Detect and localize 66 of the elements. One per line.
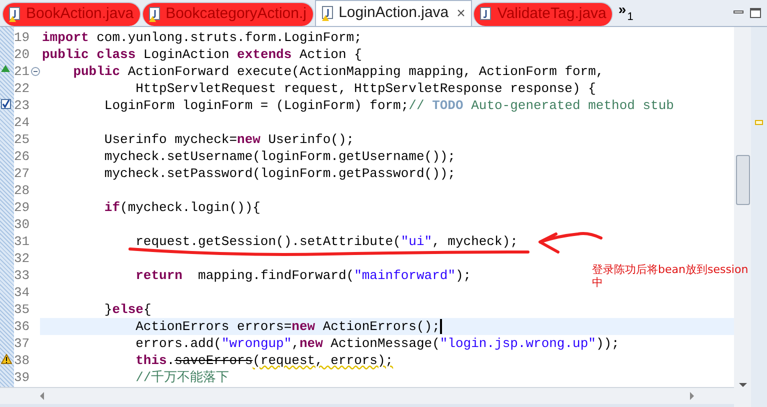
- line-number: 35: [14, 300, 30, 319]
- code-line: mycheck.setPassword(loginForm.getPassword());: [103, 164, 456, 183]
- code-line: ActionErrors errors=new ActionErrors();: [134, 318, 440, 336]
- line-number: 29: [14, 198, 30, 217]
- line-number: 34: [14, 284, 30, 302]
- line-number: 26: [14, 148, 30, 166]
- chevron-icon[interactable]: »: [618, 2, 626, 16]
- code-line: return mapping.findForward("mainforward");: [134, 266, 472, 285]
- java-file-icon: [322, 6, 333, 19]
- line-number: 28: [14, 182, 30, 200]
- java-file-icon: [480, 7, 492, 20]
- line-number: 20: [14, 46, 30, 64]
- editor-tab[interactable]: LoginAction.java ×: [314, 0, 472, 26]
- text-cursor: [440, 319, 442, 334]
- line-number: 33: [14, 266, 30, 285]
- scroll-thumb[interactable]: [736, 155, 750, 205]
- code-line: HttpServletRequest request, HttpServletResponse response) {: [134, 80, 596, 98]
- line-number: 30: [14, 216, 30, 234]
- code-line: LoginForm loginForm = (LoginForm) form;// TODO Auto-generated method stub: [103, 96, 674, 115]
- line-number: 39: [14, 368, 30, 387]
- warning-icon: [9, 16, 16, 22]
- scroll-down-icon[interactable]: [738, 383, 746, 387]
- horizontal-scrollbar[interactable]: [0, 387, 734, 404]
- override-triangle-icon: [1, 64, 10, 72]
- tab-label: BookcategoryAction.j: [166, 4, 306, 24]
- scroll-left-icon[interactable]: [40, 392, 44, 400]
- line-number: 36: [14, 318, 30, 336]
- warning-icon: [148, 16, 156, 22]
- tab-label: BookAction.java: [26, 4, 134, 24]
- line-number: 22: [14, 80, 30, 98]
- line-number: 21: [14, 62, 30, 81]
- line-number: 32: [14, 250, 30, 268]
- code-line: //千万不能落下: [134, 368, 230, 387]
- code-line: Userinfo mycheck=new Userinfo();: [103, 130, 354, 149]
- code-line: request.getSession().setAttribute("ui", mycheck);: [134, 232, 518, 251]
- collapse-icon[interactable]: [31, 67, 40, 76]
- scroll-right-icon[interactable]: [690, 392, 694, 400]
- warning-icon: [322, 15, 329, 21]
- line-number: 31: [14, 232, 30, 251]
- tab-label: LoginAction.java: [338, 3, 449, 24]
- line-number: 19: [14, 28, 30, 47]
- maximize-icon[interactable]: [750, 8, 761, 18]
- code-line: mycheck.setUsername(loginForm.getUsername());: [103, 148, 456, 166]
- warning-mark: [755, 120, 763, 125]
- close-icon[interactable]: ×: [456, 6, 466, 21]
- code-line: public class LoginAction extends Action {: [42, 46, 362, 64]
- task-checkbox-icon: [1, 98, 11, 109]
- code-line: }else{: [103, 300, 152, 319]
- java-file-icon: [148, 7, 160, 20]
- hidden-tab-count: 1: [627, 12, 634, 23]
- line-number: 25: [14, 130, 30, 149]
- code-line: public ActionForward execute(ActionMapping mapping, ActionForm form,: [72, 62, 604, 81]
- tab-label: ValidateTag.java: [497, 4, 606, 24]
- line-number: 23: [14, 96, 30, 115]
- warning-icon: [1, 354, 12, 364]
- code-line: import com.yunlong.struts.form.LoginForm;: [42, 28, 362, 47]
- line-number: 38: [14, 352, 30, 370]
- java-file-icon: [9, 7, 20, 20]
- line-number: 24: [14, 114, 30, 132]
- line-number: 27: [14, 164, 30, 183]
- arrow-drawing: [538, 230, 604, 256]
- code-line: this.saveErrors(request, errors);: [134, 352, 394, 370]
- code-line: errors.add("wrongup",new ActionMessage("login.jsp.wrong.up"));: [134, 334, 620, 353]
- line-number: 37: [14, 334, 30, 353]
- annotation-note: 登录陈功后将bean放到session中: [592, 263, 750, 289]
- code-line: if(mycheck.login()){: [103, 198, 260, 217]
